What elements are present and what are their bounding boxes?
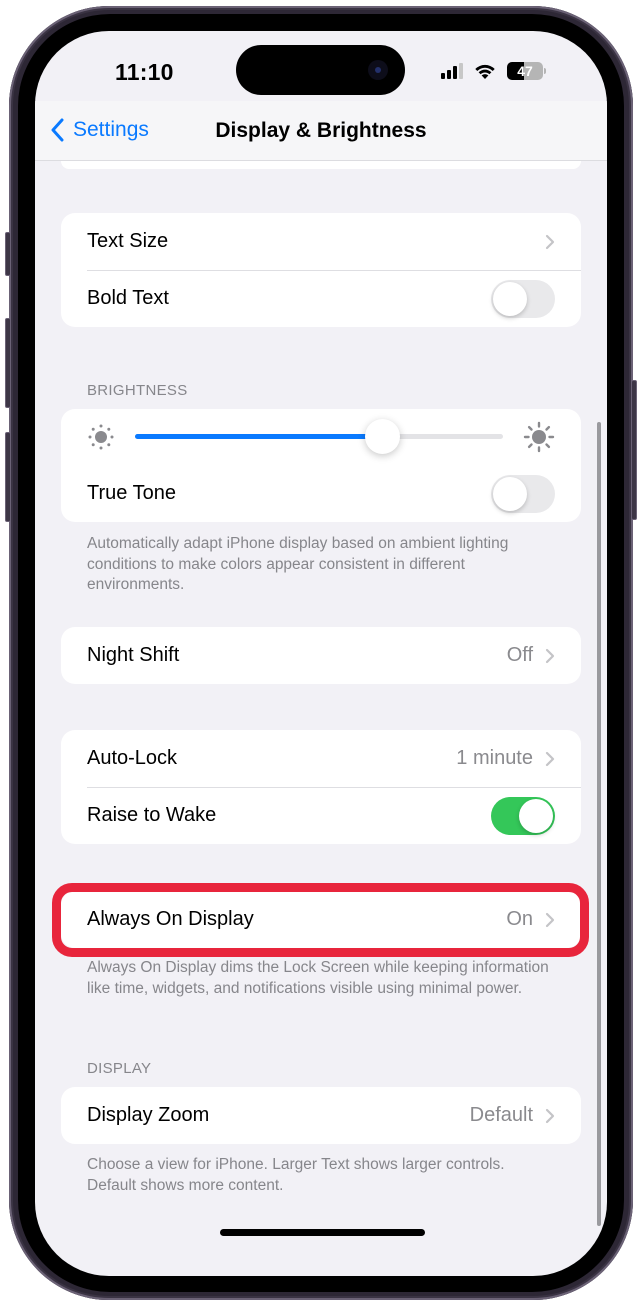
raise-to-wake-row: Raise to Wake bbox=[61, 787, 581, 844]
night-shift-value: Off bbox=[506, 644, 533, 666]
wifi-icon bbox=[475, 64, 495, 79]
text-size-row[interactable]: Text Size bbox=[61, 213, 581, 270]
raise-to-wake-label: Raise to Wake bbox=[87, 804, 217, 826]
night-shift-group: Night Shift Off bbox=[61, 627, 581, 684]
display-zoom-description: Choose a view for iPhone. Larger Text sh… bbox=[87, 1156, 505, 1194]
clipped-group-top bbox=[61, 161, 581, 169]
sun-max-icon bbox=[523, 421, 555, 453]
brightness-section-header: BRIGHTNESS bbox=[87, 382, 188, 399]
brightness-slider-row bbox=[61, 409, 581, 465]
text-settings-group: Text Size Bold Text bbox=[61, 213, 581, 327]
auto-lock-value: 1 minute bbox=[456, 747, 533, 769]
true-tone-toggle[interactable] bbox=[491, 474, 555, 513]
lock-group: Auto-Lock 1 minute Raise to Wake bbox=[61, 730, 581, 844]
status-time: 11:10 bbox=[115, 59, 174, 85]
page-title: Display & Brightness bbox=[215, 119, 427, 142]
vertical-scrollbar[interactable] bbox=[597, 422, 601, 1226]
night-shift-label: Night Shift bbox=[87, 644, 180, 666]
annotation-highlight-box bbox=[52, 883, 589, 957]
chevron-right-icon bbox=[545, 751, 555, 766]
auto-lock-row[interactable]: Auto-Lock 1 minute bbox=[61, 730, 581, 787]
display-group: Display Zoom Default bbox=[61, 1087, 581, 1144]
volume-down-button bbox=[5, 432, 11, 522]
chevron-right-icon bbox=[545, 1108, 555, 1123]
display-zoom-label: Display Zoom bbox=[87, 1104, 210, 1126]
bold-text-row: Bold Text bbox=[61, 270, 581, 327]
bold-text-label: Bold Text bbox=[87, 287, 169, 309]
cellular-signal-icon bbox=[441, 63, 463, 79]
always-on-display-description: Always On Display dims the Lock Screen w… bbox=[87, 959, 549, 997]
true-tone-row: True Tone bbox=[61, 465, 581, 522]
true-tone-label: True Tone bbox=[87, 482, 176, 504]
night-shift-row[interactable]: Night Shift Off bbox=[61, 627, 581, 684]
brightness-slider-fill bbox=[135, 434, 382, 439]
volume-up-button bbox=[5, 318, 11, 408]
screen: 11:10 47 Settings Display & Brightness T… bbox=[35, 31, 607, 1276]
dynamic-island bbox=[236, 45, 405, 95]
display-zoom-row[interactable]: Display Zoom Default bbox=[61, 1087, 581, 1144]
navigation-bar: Settings Display & Brightness bbox=[35, 101, 607, 161]
chevron-right-icon bbox=[545, 234, 555, 249]
battery-percent: 47 bbox=[517, 63, 533, 79]
status-icons: 47 bbox=[441, 62, 546, 80]
front-camera-icon bbox=[368, 60, 388, 80]
home-indicator[interactable] bbox=[220, 1229, 425, 1236]
display-zoom-value: Default bbox=[469, 1104, 533, 1126]
text-size-label: Text Size bbox=[87, 230, 169, 252]
chevron-right-icon bbox=[545, 648, 555, 663]
side-button bbox=[631, 380, 637, 520]
auto-lock-label: Auto-Lock bbox=[87, 747, 178, 769]
true-tone-description: Automatically adapt iPhone display based… bbox=[87, 535, 509, 593]
brightness-group: True Tone bbox=[61, 409, 581, 522]
battery-icon: 47 bbox=[507, 62, 543, 80]
sun-min-icon bbox=[88, 424, 114, 450]
raise-to-wake-toggle[interactable] bbox=[491, 796, 555, 835]
display-section-header: DISPLAY bbox=[87, 1060, 152, 1077]
mute-switch bbox=[5, 232, 11, 276]
brightness-slider-thumb[interactable] bbox=[364, 419, 400, 454]
bold-text-toggle[interactable] bbox=[491, 279, 555, 318]
brightness-slider[interactable] bbox=[135, 419, 503, 454]
